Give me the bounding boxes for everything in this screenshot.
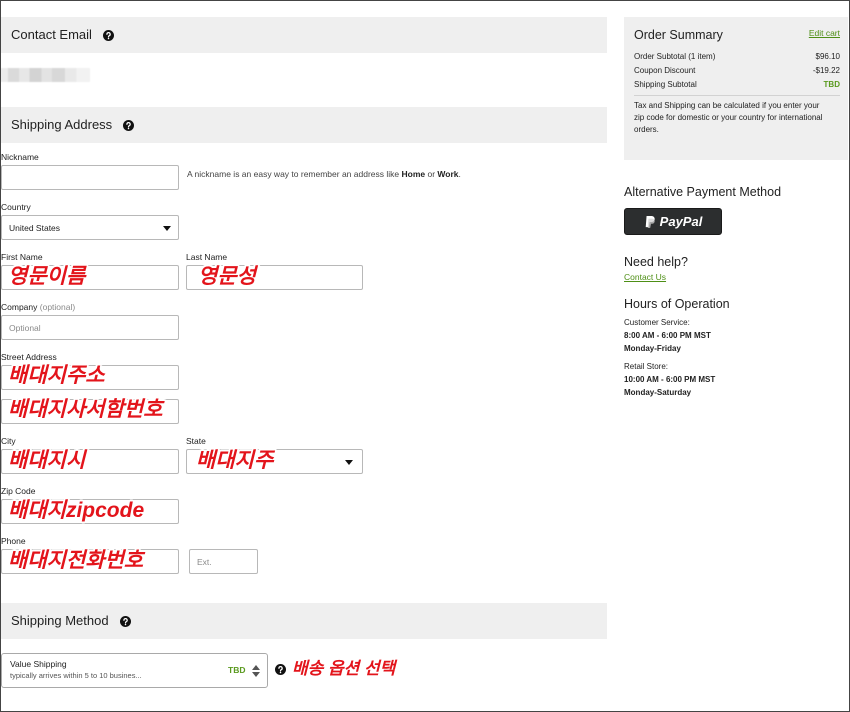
order-summary-panel: Order Summary Edit cart Order Subtotal (… <box>624 17 848 160</box>
phone-ext-input[interactable] <box>189 549 258 574</box>
first-name-label: First Name <box>1 252 43 262</box>
summary-row-label: Order Subtotal (1 item) <box>634 52 716 61</box>
nickname-hint: A nickname is an easy way to remember an… <box>187 169 461 179</box>
country-label: Country <box>1 202 31 212</box>
contact-email-title: Contact Email <box>11 27 92 42</box>
summary-divider <box>634 95 840 96</box>
retail-store-time: 10:00 AM - 6:00 PM MST <box>624 375 716 384</box>
order-summary-title: Order Summary <box>634 28 723 42</box>
first-name-input[interactable] <box>1 265 179 290</box>
customer-service-time: 8:00 AM - 6:00 PM MST <box>624 331 711 340</box>
last-name-label: Last Name <box>186 252 228 262</box>
zip-code-input[interactable] <box>1 499 179 524</box>
country-select-value: United States <box>9 222 61 233</box>
question-circle-icon[interactable] <box>102 29 114 41</box>
question-circle-icon[interactable] <box>119 615 131 627</box>
nickname-label: Nickname <box>1 152 39 162</box>
last-name-input[interactable] <box>186 265 363 290</box>
summary-row-label: Coupon Discount <box>634 66 696 75</box>
summary-row-value: -$19.22 <box>812 66 840 75</box>
city-label: City <box>1 436 16 446</box>
edit-cart-link[interactable]: Edit cart <box>809 28 840 38</box>
street-address-line1-input[interactable] <box>1 365 179 390</box>
nickname-hint-home: Home <box>401 169 426 179</box>
phone-label: Phone <box>1 536 26 546</box>
nickname-hint-or: or <box>425 169 438 179</box>
company-input[interactable] <box>1 315 179 340</box>
shipping-option-description: typically arrives within 5 to 10 busines… <box>10 671 142 680</box>
nickname-input[interactable] <box>1 165 179 190</box>
email-value-blurred <box>0 68 90 82</box>
shipping-option-price: TBD <box>228 665 246 675</box>
summary-row: Coupon Discount -$19.22 <box>634 66 840 76</box>
need-help-title: Need help? <box>624 255 688 269</box>
up-down-arrows-icon <box>252 665 260 677</box>
city-input[interactable] <box>1 449 179 474</box>
annotation-shipping-method: 배송 옵션 선택 <box>292 659 396 678</box>
shipping-method-select[interactable]: Value Shipping typically arrives within … <box>1 653 268 688</box>
summary-row-value: TBD <box>823 80 840 89</box>
customer-service-days: Monday-Friday <box>624 344 681 353</box>
tax-note-line: orders. <box>634 125 659 134</box>
summary-row-value: $96.10 <box>815 52 840 61</box>
tax-note: Tax and Shipping can be calculated if yo… <box>634 100 823 136</box>
shipping-option-name: Value Shipping <box>10 659 67 669</box>
question-circle-icon[interactable] <box>123 119 135 131</box>
summary-row: Order Subtotal (1 item) $96.10 <box>634 52 840 62</box>
company-optional-tag: (optional) <box>39 302 76 312</box>
country-select[interactable]: United States <box>1 215 179 240</box>
summary-row-label: Shipping Subtotal <box>634 80 697 89</box>
paypal-label: PayPal <box>659 214 703 229</box>
state-select[interactable] <box>186 449 363 474</box>
nickname-hint-work: Work <box>437 169 459 179</box>
street-address-line2-input[interactable] <box>1 399 179 424</box>
nickname-hint-end: . <box>458 169 461 179</box>
phone-input[interactable] <box>1 549 179 574</box>
checkout-page: Contact Email Shipping Address Nickname … <box>0 0 850 712</box>
alternative-payment-title: Alternative Payment Method <box>624 185 782 199</box>
nickname-hint-text: A nickname is an easy way to remember an… <box>187 169 402 179</box>
zip-code-label: Zip Code <box>1 486 36 496</box>
retail-store-days: Monday-Saturday <box>624 388 692 397</box>
company-label-text: Company <box>1 302 38 312</box>
shipping-address-header: Shipping Address <box>1 107 607 143</box>
chevron-down-icon <box>345 460 353 465</box>
summary-row: Shipping Subtotal TBD <box>634 80 840 90</box>
shipping-method-header: Shipping Method <box>1 603 607 639</box>
state-label: State <box>186 436 206 446</box>
customer-service-label: Customer Service: <box>624 318 690 327</box>
retail-store-label: Retail Store: <box>624 362 669 371</box>
company-label: Company (optional) <box>1 302 75 312</box>
paypal-button[interactable]: PayPal <box>624 208 722 235</box>
tax-note-line: zip code for domestic or your country fo… <box>634 113 823 122</box>
contact-us-link[interactable]: Contact Us <box>624 272 666 282</box>
contact-email-header: Contact Email <box>1 17 607 53</box>
question-circle-icon[interactable] <box>275 664 286 675</box>
shipping-method-title: Shipping Method <box>11 613 109 628</box>
shipping-address-title: Shipping Address <box>11 117 113 132</box>
chevron-down-icon <box>163 226 171 231</box>
street-address-label: Street Address <box>1 352 57 362</box>
hours-title: Hours of Operation <box>624 297 730 311</box>
paypal-logo-icon <box>644 215 656 229</box>
tax-note-line: Tax and Shipping can be calculated if yo… <box>634 101 820 110</box>
